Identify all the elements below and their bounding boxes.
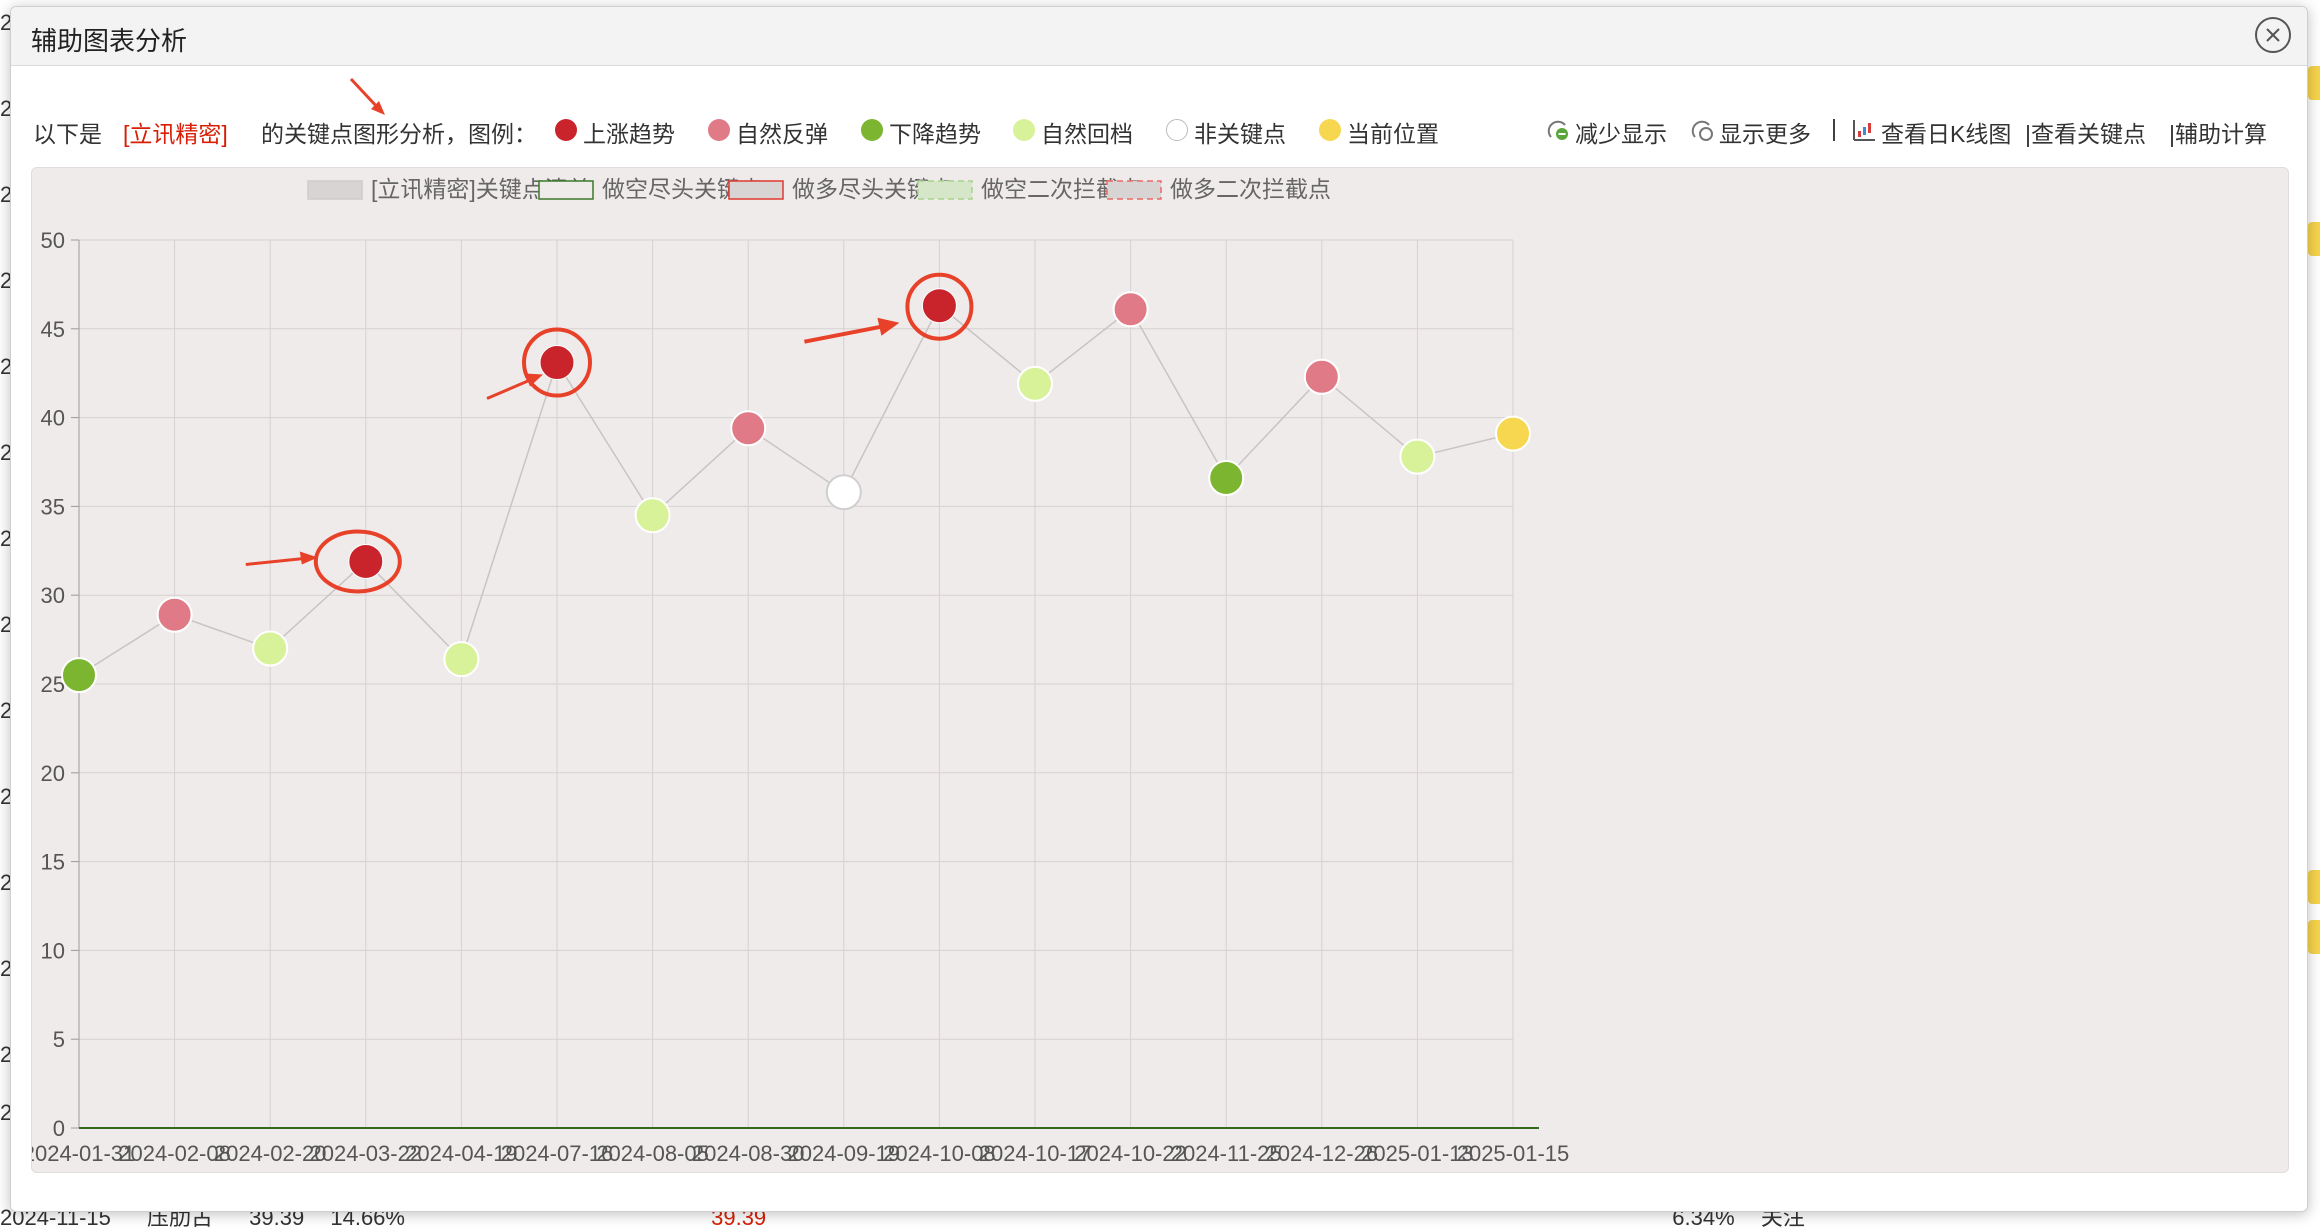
more-icon bbox=[1691, 120, 1713, 141]
y-tick-label: 10 bbox=[41, 938, 65, 963]
y-tick-label: 0 bbox=[53, 1116, 65, 1141]
bg-badge bbox=[2308, 222, 2320, 256]
data-point bbox=[1112, 291, 1149, 328]
legend-label-pullback: 自然回档 bbox=[1041, 121, 1133, 147]
legend-dot-pullback bbox=[1013, 119, 1035, 141]
legend-swatch bbox=[1106, 180, 1162, 200]
bg-badge bbox=[2308, 920, 2320, 954]
data-point bbox=[825, 474, 862, 511]
legend-label-nonkey: 非关键点 bbox=[1194, 121, 1286, 147]
legend-swatch bbox=[538, 180, 594, 200]
x-tick-label: 2025-01-15 bbox=[1457, 1141, 1570, 1166]
bg-badge bbox=[2308, 66, 2320, 100]
y-tick-label: 50 bbox=[41, 228, 65, 253]
legend-dot-rebound bbox=[708, 119, 730, 141]
chart-panel: [立讯精密]关键点清单 做空尽头关键点 做多尽头关键点 做空二次拦截点 做多二次拦截点 0… bbox=[23, 167, 2289, 1173]
y-tick-label: 45 bbox=[41, 317, 65, 342]
legend-label-current: 当前位置 bbox=[1347, 121, 1439, 147]
legend-dot-current bbox=[1319, 119, 1341, 141]
stock-name: [立讯精密] bbox=[123, 121, 228, 147]
data-point bbox=[1495, 415, 1531, 452]
annotation-arrowhead bbox=[877, 317, 900, 336]
close-icon bbox=[2266, 28, 2280, 42]
data-point bbox=[921, 288, 957, 324]
y-tick-label: 20 bbox=[41, 761, 65, 786]
data-point bbox=[348, 543, 384, 579]
daily-kline-link[interactable]: 查看日K线图 bbox=[1881, 115, 2011, 149]
data-point bbox=[252, 630, 289, 667]
legend-label-rebound: 自然反弹 bbox=[736, 121, 828, 147]
data-point bbox=[61, 657, 97, 694]
key-points-chart: [立讯精密]关键点清单 做空尽头关键点 做多尽头关键点 做空二次拦截点 做多二次拦截点0… bbox=[23, 176, 1570, 1166]
data-point bbox=[539, 345, 575, 381]
legend-swatch bbox=[728, 180, 784, 200]
legend-label-downtrend: 下降趋势 bbox=[889, 121, 981, 147]
legend-row: 以下是 [立讯精密] 的关键点图形分析，图例： 上涨趋势 自然反弹 下降趋势 自… bbox=[33, 111, 2287, 151]
tool-separator: | bbox=[1831, 115, 1837, 141]
data-point bbox=[1017, 365, 1053, 402]
legend-swatch bbox=[307, 180, 363, 200]
reduce-display-link[interactable]: 减少显示 bbox=[1575, 115, 1667, 149]
annotation-arrow bbox=[486, 379, 530, 400]
y-tick-label: 30 bbox=[41, 583, 65, 608]
kline-chart-icon bbox=[1853, 120, 1875, 141]
reduce-icon bbox=[1547, 120, 1568, 140]
y-tick-label: 5 bbox=[53, 1027, 65, 1052]
data-point bbox=[1399, 438, 1436, 475]
close-button[interactable] bbox=[2255, 17, 2291, 53]
legend-dot-downtrend bbox=[861, 119, 883, 141]
legend-swatch bbox=[917, 180, 973, 200]
data-point bbox=[634, 497, 671, 534]
bg-badge bbox=[2308, 870, 2320, 904]
data-point bbox=[156, 596, 193, 633]
show-more-link[interactable]: 显示更多 bbox=[1719, 115, 1811, 149]
view-key-points-link[interactable]: |查看关键点 bbox=[2025, 115, 2146, 149]
dialog-header: 辅助图表分析 bbox=[11, 7, 2307, 66]
y-tick-label: 35 bbox=[41, 494, 65, 519]
y-tick-label: 40 bbox=[41, 406, 65, 431]
dialog-title: 辅助图表分析 bbox=[31, 26, 188, 56]
intro-suffix: 的关键点图形分析，图例： bbox=[261, 121, 537, 147]
chart-analysis-dialog: 辅助图表分析 以下是 [立讯精密] 的关键点图形分析，图例： 上涨趋势 自然反弹… bbox=[10, 6, 2308, 1212]
data-point bbox=[443, 641, 480, 678]
series-line bbox=[78, 304, 1514, 676]
auxiliary-calc-link[interactable]: |辅助计算 bbox=[2169, 115, 2267, 149]
data-point bbox=[1208, 459, 1245, 496]
legend-dot-uptrend bbox=[555, 119, 577, 141]
legend-label-uptrend: 上涨趋势 bbox=[583, 121, 675, 147]
y-tick-label: 15 bbox=[41, 850, 65, 875]
legend-dot-nonkey bbox=[1166, 119, 1188, 141]
intro-prefix: 以下是 bbox=[33, 121, 102, 147]
data-point bbox=[730, 410, 767, 447]
legend-label: 做多二次拦截点 bbox=[1170, 176, 1331, 202]
annotation-arrow bbox=[245, 556, 304, 566]
data-point bbox=[1303, 358, 1340, 395]
